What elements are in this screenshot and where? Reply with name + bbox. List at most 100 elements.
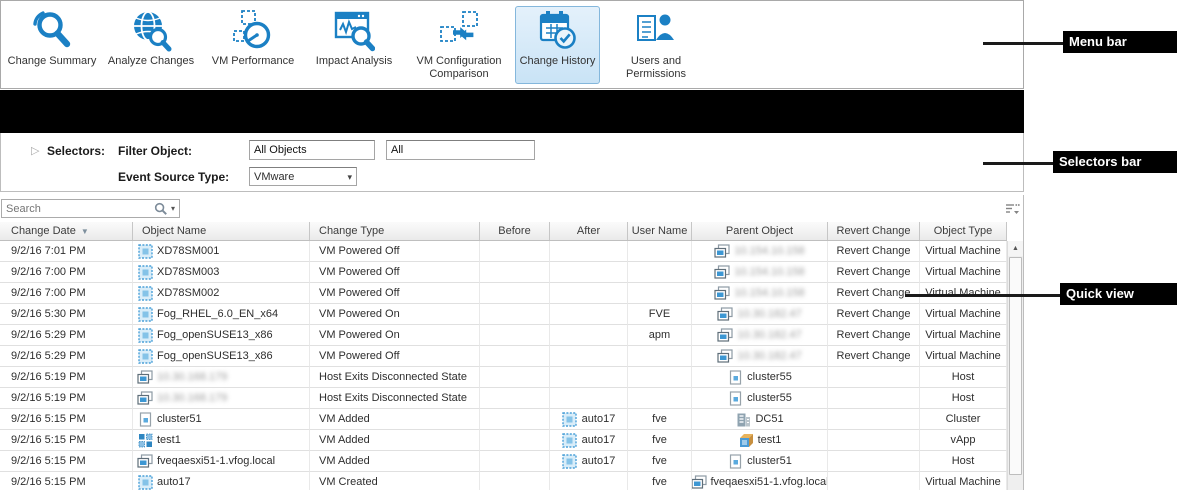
revert-change-cell [828,388,920,409]
revert-change-link[interactable]: Revert Change [837,287,911,299]
vm-icon [562,432,578,448]
user-name-cell [628,262,692,283]
scroll-thumb[interactable] [1009,257,1022,475]
event-source-type-value: VMware [254,171,294,183]
revert-change-cell: Revert Change [828,262,920,283]
table-toolbar: ▾ [0,195,1023,222]
menu-item-vm-performance[interactable]: VM Performance [202,6,304,84]
before-cell [480,241,550,262]
table-row[interactable]: 9/2/16 5:15 PM cluster51VM Added auto17f… [0,409,1007,430]
user-name-cell: fve [628,430,692,451]
column-header-after[interactable]: After [550,222,628,240]
table-row[interactable]: 9/2/16 5:19 PM 10.30.168.179Host Exits D… [0,388,1007,409]
table-row[interactable]: 9/2/16 5:19 PM 10.30.168.179Host Exits D… [0,367,1007,388]
parent-object-cell: 10.30.182.47 [692,325,828,346]
change-type-cell: Host Exits Disconnected State [310,388,480,409]
vapp-icon [137,432,153,448]
after-cell: auto17 [550,430,628,451]
table-header-row: Change Date▼Object NameChange TypeBefore… [0,222,1007,241]
change-type-cell: VM Added [310,451,480,472]
table-row[interactable]: 9/2/16 5:30 PM Fog_RHEL_6.0_EN_x64VM Pow… [0,304,1007,325]
before-cell [480,325,550,346]
scroll-up-button[interactable]: ▲ [1008,241,1023,256]
change-date-cell: 9/2/16 5:19 PM [0,367,133,388]
user-name-cell [628,283,692,304]
parent-object-cell: cluster51 [692,451,828,472]
table-row[interactable]: 9/2/16 7:00 PM XD78SM003VM Powered Off 1… [0,262,1007,283]
vm-icon [137,474,153,490]
host-icon [717,306,733,322]
column-header-user-name[interactable]: User Name [628,222,692,240]
cluster-icon [727,453,743,469]
menu-item-change-history[interactable]: Change History [515,6,600,84]
table-customizer-icon[interactable] [1005,203,1020,218]
table-row[interactable]: 9/2/16 5:15 PM test1VM Added auto17fve t… [0,430,1007,451]
menu-item-analyze-changes[interactable]: Analyze Changes [101,6,201,84]
before-cell [480,451,550,472]
filter-scope-input[interactable] [386,140,535,160]
vm-icon [137,306,153,322]
change-date-cell: 9/2/16 7:00 PM [0,283,133,304]
impact-analysis-icon [333,7,375,55]
column-header-parent-object[interactable]: Parent Object [692,222,828,240]
menu-bar-callout: Menu bar [1063,31,1177,53]
selectors-expander-icon[interactable]: ▷ [31,144,39,157]
table-scrollbar[interactable]: ▲ [1007,241,1023,490]
revert-change-link[interactable]: Revert Change [837,350,911,362]
column-header-revert-change[interactable]: Revert Change [828,222,920,240]
table-row[interactable]: 9/2/16 5:29 PM Fog_openSUSE13_x86VM Powe… [0,346,1007,367]
column-header-object-type[interactable]: Object Type [920,222,1007,240]
filter-object-input[interactable] [249,140,375,160]
object-type-cell: Host [920,388,1007,409]
menu-item-impact-analysis[interactable]: Impact Analysis [305,6,403,84]
event-source-type-select[interactable]: VMware ▾ [249,167,357,186]
before-cell [480,283,550,304]
object-name-cell: auto17 [133,472,310,490]
column-header-before[interactable]: Before [480,222,550,240]
revert-change-link[interactable]: Revert Change [837,266,911,278]
vm-icon [137,285,153,301]
before-cell [480,472,550,490]
column-header-change-date[interactable]: Change Date▼ [0,222,133,240]
cluster-icon [137,411,153,427]
host-icon [692,474,707,490]
user-name-cell [628,346,692,367]
vm-icon [137,264,153,280]
revert-change-link[interactable]: Revert Change [837,329,911,341]
search-options[interactable]: ▾ [154,202,179,216]
table-row[interactable]: 9/2/16 5:15 PM auto17VM Createdfve fveqa… [0,472,1007,490]
table-row[interactable]: 9/2/16 7:00 PM XD78SM002VM Powered Off 1… [0,283,1007,304]
change-type-cell: VM Powered Off [310,283,480,304]
change-date-cell: 9/2/16 7:00 PM [0,262,133,283]
change-history-icon [537,7,579,55]
quick-view-callout: Quick view [1060,283,1177,305]
column-header-object-name[interactable]: Object Name [133,222,310,240]
table-row[interactable]: 9/2/16 7:01 PM XD78SM001VM Powered Off 1… [0,241,1007,262]
before-cell [480,346,550,367]
users-permissions-icon [636,7,676,55]
search-input[interactable] [2,203,154,215]
vm-icon [137,243,153,259]
parent-object-cell: cluster55 [692,388,828,409]
column-header-change-type[interactable]: Change Type [310,222,480,240]
object-type-cell: Host [920,451,1007,472]
user-name-cell [628,241,692,262]
event-source-type-label: Event Source Type: [118,170,229,184]
menu-item-users-permissions[interactable]: Users and Permissions [606,6,706,84]
change-type-cell: VM Powered Off [310,241,480,262]
table-row[interactable]: 9/2/16 5:29 PM Fog_openSUSE13_x86VM Powe… [0,325,1007,346]
object-type-cell: Virtual Machine [920,262,1007,283]
change-type-cell: VM Added [310,430,480,451]
menu-item-change-summary[interactable]: Change Summary [4,6,100,84]
user-name-cell: fve [628,409,692,430]
change-history-screen: Change Summary Analyze Changes VM Perfor… [0,0,1177,490]
change-type-cell: VM Powered On [310,325,480,346]
revert-change-link[interactable]: Revert Change [837,308,911,320]
revert-change-cell: Revert Change [828,241,920,262]
cluster-icon [727,369,743,385]
parent-object-cell: 10.30.182.47 [692,346,828,367]
revert-change-link[interactable]: Revert Change [837,245,911,257]
table-row[interactable]: 9/2/16 5:15 PM fveqaesxi51-1.vfog.localV… [0,451,1007,472]
vm-icon [137,348,153,364]
menu-item-vm-config-comparison[interactable]: VM Configuration Comparison [404,6,514,84]
